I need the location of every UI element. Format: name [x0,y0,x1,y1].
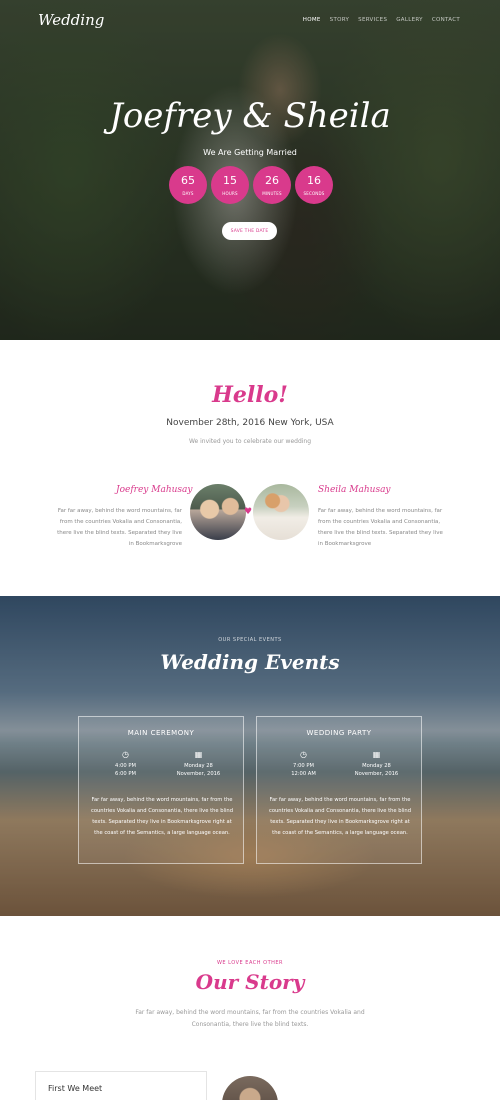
event-time: ◷ 4:00 PM 6:00 PM [84,750,167,779]
event-time-end: 12:00 AM [291,771,316,777]
story-timeline-card: First We Meet [35,1071,207,1100]
hero-tagline: We Are Getting Married [203,148,297,157]
countdown-minutes: 26 MINUTES [253,166,291,204]
event-title: WEDDING PARTY [306,729,372,737]
wedding-date: November 28th, 2016 New York, USA [166,418,334,428]
event-title: MAIN CEREMONY [127,729,195,737]
nav-contact[interactable]: CONTACT [432,17,460,23]
event-card-party: WEDDING PARTY ◷ 7:00 PM 12:00 AM ▦ Monda… [256,716,422,864]
clock-icon: ◷ [300,750,307,759]
event-time-end: 6:00 PM [115,771,136,777]
event-date-month: November, 2016 [176,771,221,777]
events-section: OUR SPECIAL EVENTS Wedding Events MAIN C… [0,596,500,916]
nav-gallery[interactable]: GALLERY [396,17,423,23]
countdown-value: 65 [181,173,195,187]
site-logo[interactable]: Wedding [38,11,104,29]
countdown-value: 16 [307,173,321,187]
countdown-seconds: 16 SECONDS [295,166,333,204]
event-date-day: Monday 28 [184,762,213,769]
event-date: ▦ Monday 28 November, 2016 [157,750,240,779]
event-time: ◷ 7:00 PM 12:00 AM [262,750,345,779]
story-photo [222,1076,278,1100]
events-title: Wedding Events [160,650,340,674]
countdown-hours: 15 HOURS [211,166,249,204]
event-card-ceremony: MAIN CEREMONY ◷ 4:00 PM 6:00 PM ▦ Monday… [78,716,244,864]
event-description: Far far away, behind the word mountains,… [90,797,234,836]
event-date: ▦ Monday 28 November, 2016 [335,750,418,779]
groom-bio: Far far away, behind the word mountains,… [57,508,182,547]
story-title: Our Story [195,970,305,994]
heart-icon: ♥ [244,507,253,517]
nav-home[interactable]: HOME [303,17,321,23]
calendar-icon: ▦ [372,750,381,759]
couple-names: Joefrey & Sheila [109,96,391,136]
groom-name: Joefrey Mahusay [116,485,193,495]
event-time-start: 4:00 PM [115,762,136,769]
countdown: 65 DAYS 15 HOURS 26 MINUTES 16 SECONDS [169,166,333,204]
hello-title: Hello! [212,382,288,408]
story-text: Far far away, behind the word mountains,… [135,1009,365,1028]
event-date-month: November, 2016 [354,771,399,777]
countdown-days: 65 DAYS [169,166,207,204]
main-nav: HOME STORY SERVICES GALLERY CONTACT [303,17,460,23]
countdown-unit: DAYS [182,190,194,196]
bride-name: Sheila Mahusay [318,485,391,495]
hero-section: Wedding HOME STORY SERVICES GALLERY CONT… [0,0,500,340]
countdown-value: 26 [265,173,279,187]
countdown-unit: MINUTES [262,190,282,196]
clock-icon: ◷ [122,750,129,759]
event-date-day: Monday 28 [362,762,391,769]
story-kicker: WE LOVE EACH OTHER [216,960,284,966]
countdown-unit: HOURS [222,190,238,196]
bride-bio: Far far away, behind the word mountains,… [318,508,443,547]
countdown-unit: SECONDS [303,190,325,196]
events-kicker: OUR SPECIAL EVENTS [218,637,282,643]
event-time-start: 7:00 PM [293,762,314,769]
save-the-date-button[interactable]: SAVE THE DATE [222,222,277,240]
nav-story[interactable]: STORY [330,17,350,23]
event-description: Far far away, behind the word mountains,… [268,797,412,836]
countdown-value: 15 [223,173,237,187]
invite-subtitle: We invited you to celebrate our wedding [188,438,312,445]
story-item-title: First We Meet [48,1084,103,1093]
groom-photo [190,484,246,540]
nav-services[interactable]: SERVICES [358,17,387,23]
bride-photo [253,484,309,540]
calendar-icon: ▦ [194,750,203,759]
